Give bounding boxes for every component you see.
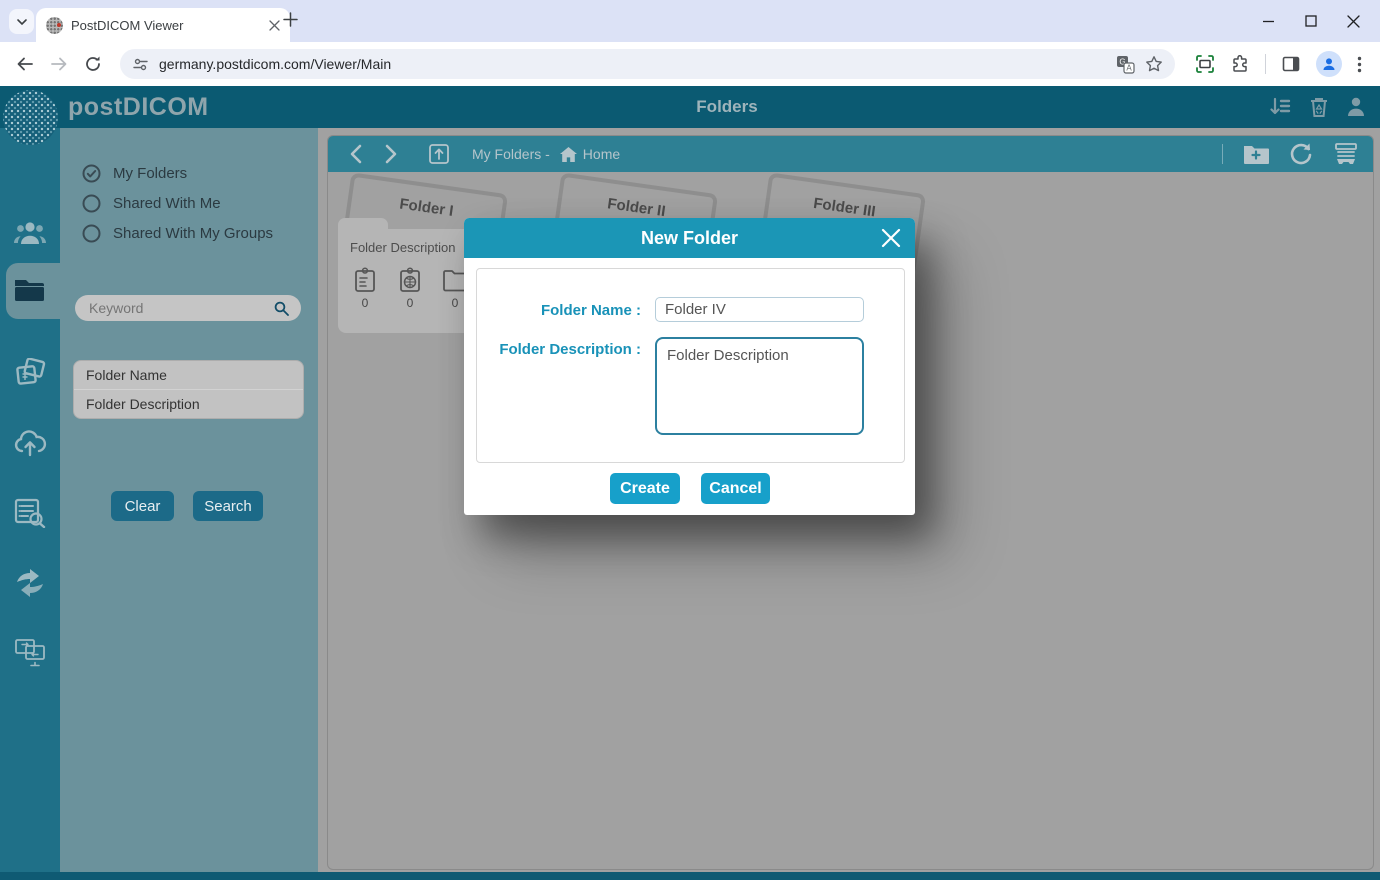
radio-icon [82,194,101,213]
refresh-icon[interactable] [1289,142,1313,166]
sort-icon[interactable] [1268,96,1292,118]
radio-shared-with-my-groups[interactable]: Shared With My Groups [82,221,273,245]
bottom-accent-strip [0,872,1380,880]
site-info-icon[interactable] [132,56,149,73]
favicon [46,17,63,34]
breadcrumb-actions [1222,142,1359,166]
breadcrumb-home[interactable]: Home [560,146,620,162]
breadcrumb-bar: My Folders - Home [328,136,1373,172]
radio-icon [82,224,101,243]
window-controls [1242,0,1380,42]
user-icon[interactable] [1346,96,1366,118]
forward-icon[interactable] [46,51,72,77]
search-button[interactable]: Search [193,491,263,521]
reload-icon[interactable] [80,51,106,77]
share-icon[interactable] [10,563,50,603]
studies-icon[interactable] [10,353,50,393]
modal-title: New Folder [464,218,915,258]
keyword-search-box[interactable] [75,295,301,321]
tab-list-chevron-icon[interactable] [9,9,34,34]
search-icon[interactable] [274,301,289,316]
nav-forward-icon[interactable] [378,144,404,164]
print-queue-icon[interactable] [1333,142,1359,166]
keyword-input[interactable] [87,299,274,317]
radio-shared-with-me[interactable]: Shared With Me [82,191,221,215]
profile-avatar[interactable] [1316,51,1342,77]
folder-up-icon[interactable] [428,143,450,165]
modal-header: New Folder [464,218,915,258]
viewer-screens-icon[interactable] [10,632,50,672]
menu-dots-icon[interactable] [1357,56,1362,73]
tab-title: PostDICOM Viewer [71,18,261,33]
cancel-button[interactable]: Cancel [701,473,770,504]
folder-name-label: Folder Name : [464,302,641,319]
radio-label: Shared With My Groups [113,225,273,242]
breadcrumb-home-label[interactable]: Home [583,146,620,162]
left-icon-sidebar [0,128,60,872]
folder-description-label: Folder Description : [464,341,641,358]
field-folder-description[interactable]: Folder Description [74,389,303,418]
url-bar[interactable]: germany.postdicom.com/Viewer/Main GA [120,49,1175,79]
url-text[interactable]: germany.postdicom.com/Viewer/Main [159,56,1106,72]
toolbar-divider [1265,54,1266,74]
translate-icon[interactable]: GA [1116,55,1135,74]
radio-label: My Folders [113,165,187,182]
add-folder-icon[interactable] [1243,144,1269,164]
patients-icon[interactable] [10,212,50,252]
back-icon[interactable] [12,51,38,77]
maximize-icon[interactable] [1305,15,1317,27]
clear-button[interactable]: Clear [111,491,174,521]
radio-label: Shared With Me [113,195,221,212]
create-button[interactable]: Create [610,473,680,504]
study-count: 0 [395,267,425,310]
folders-icon[interactable] [10,270,50,310]
folder-description-textarea[interactable]: Folder Description [655,337,864,435]
worklist-search-icon[interactable] [10,493,50,533]
capture-icon[interactable] [1195,54,1215,74]
report-count: 0 [350,267,380,310]
new-tab-icon[interactable] [282,11,299,28]
tab-close-icon[interactable] [269,20,280,31]
page-title: Folders [696,97,757,117]
browser-toolbar: germany.postdicom.com/Viewer/Main GA [0,42,1380,86]
nav-back-icon[interactable] [342,144,368,164]
browser-window: PostDICOM Viewer germany.post [0,0,1380,880]
filter-panel: My Folders Shared With Me Shared With My… [60,128,318,872]
new-folder-modal: New Folder Folder Name : Folder Descript… [464,218,915,515]
search-field-list: Folder Name Folder Description [73,360,304,419]
breadcrumb-path[interactable]: My Folders - [472,146,550,162]
modal-close-icon[interactable] [879,226,903,250]
extensions-icon[interactable] [1230,54,1250,74]
tab-strip: PostDICOM Viewer [0,0,1380,42]
minimize-icon[interactable] [1262,15,1275,28]
count-value: 0 [350,296,380,310]
folder-name-input[interactable] [655,297,864,322]
app-header: postDICOM Folders [0,86,1380,128]
bookmark-star-icon[interactable] [1145,55,1163,73]
close-icon[interactable] [1347,15,1360,28]
trash-icon[interactable] [1309,96,1329,118]
app-logo: postDICOM [68,93,209,122]
toolbar-right [1189,51,1368,77]
svg-text:A: A [1126,63,1132,72]
radio-my-folders[interactable]: My Folders [82,161,187,185]
brand-brain-logo [3,90,58,145]
browser-tab[interactable]: PostDICOM Viewer [36,8,290,42]
header-icons [1268,86,1366,128]
cloud-upload-icon[interactable] [10,423,50,463]
side-panel-icon[interactable] [1281,54,1301,74]
count-value: 0 [395,296,425,310]
breadcrumb-divider [1222,144,1223,164]
radio-selected-icon [82,164,101,183]
field-folder-name[interactable]: Folder Name [74,361,303,389]
